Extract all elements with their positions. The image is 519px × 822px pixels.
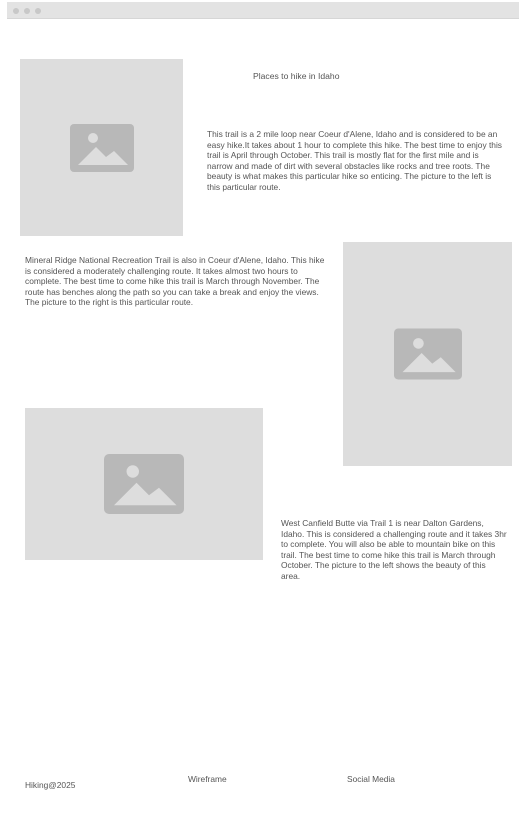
- trail-2-description: Mineral Ridge National Recreation Trail …: [25, 255, 325, 308]
- trail-2-image: [343, 242, 512, 466]
- trail-3-image: [25, 408, 263, 560]
- page-title: Places to hike in Idaho: [253, 71, 340, 81]
- image-placeholder-icon: [69, 123, 134, 172]
- image-placeholder-icon: [393, 328, 462, 380]
- wireframe-window: Places to hike in Idaho This trail is a …: [7, 0, 519, 822]
- trail-3-description: West Canfield Butte via Trail 1 is near …: [281, 518, 507, 581]
- footer-copyright: Hiking@2025: [25, 780, 76, 790]
- window-dot-icon: [35, 8, 41, 14]
- image-placeholder-icon: [104, 454, 184, 514]
- window-dot-icon: [24, 8, 30, 14]
- footer-social-media-link[interactable]: Social Media: [347, 774, 395, 784]
- trail-1-description: This trail is a 2 mile loop near Coeur d…: [207, 129, 502, 192]
- footer-wireframe-link[interactable]: Wireframe: [188, 774, 227, 784]
- window-dot-icon: [13, 8, 19, 14]
- trail-1-image: [20, 59, 183, 236]
- window-titlebar: [7, 2, 519, 19]
